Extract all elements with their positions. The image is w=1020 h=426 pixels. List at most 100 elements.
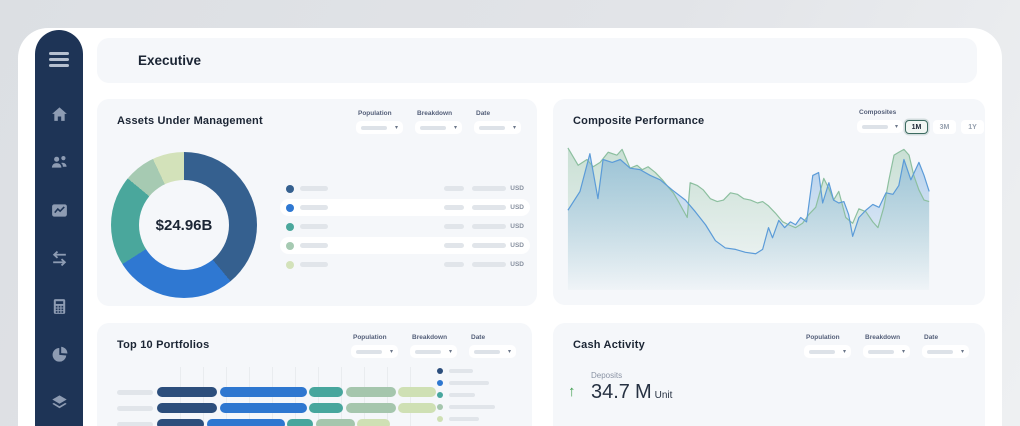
skeleton-label [449,393,475,397]
allocation-pie-icon [50,345,69,364]
filter-bar: Population▾Breakdown▾Date▾ [356,110,521,134]
sidebar-item-performance[interactable] [50,201,69,220]
filter-breakdown: Breakdown ▾ [410,334,457,358]
placeholder-bar [868,350,894,354]
filter-label: Date [476,110,521,117]
placeholder-bar [415,350,441,354]
date-dropdown[interactable]: ▾ [469,345,516,358]
page-title: Executive [138,53,201,68]
bar-segment [157,387,217,397]
filter-breakdown: Breakdown ▾ [415,110,462,134]
bar-segment [309,387,343,397]
legend-dot [437,392,443,398]
placeholder-bar [927,350,953,354]
filter-label: Breakdown [417,110,462,117]
filter-label: Date [924,334,969,341]
breakdown-dropdown[interactable]: ▾ [863,345,910,358]
skeleton-label [300,262,328,267]
population-dropdown[interactable]: ▾ [804,345,851,358]
skeleton-label [117,422,153,426]
filter-population: Population▾ [804,334,851,358]
bar-segment [316,419,355,426]
bar-segment [346,387,396,397]
chevron-down-icon: ▾ [961,349,964,355]
filter-label: Breakdown [412,334,457,341]
bar-segment [287,419,313,426]
legend-dot [437,368,443,374]
chevron-down-icon: ▾ [513,125,516,131]
chevron-down-icon: ▾ [449,349,452,355]
skeleton-label [300,224,328,229]
placeholder-bar [420,126,446,130]
date-dropdown[interactable]: ▾ [474,121,521,134]
filter-label: Date [471,334,516,341]
aum-legend-row: USD [280,199,530,216]
filter-population: Population▾ [351,334,398,358]
chevron-down-icon: ▾ [454,125,457,131]
top10-portfolios-card: Top 10 Portfolios Population▾Breakdown▾D… [97,323,532,426]
range-1m-button[interactable]: 1M [905,120,928,134]
deposits-up-arrow-icon: ↑ [568,383,576,400]
currency-label: USD [510,261,524,268]
sidebar-item-home[interactable] [50,105,69,124]
skeleton-value [444,186,464,191]
skeleton-label [449,369,473,373]
deposits-scale: M [635,381,652,404]
breakdown-dropdown[interactable]: ▾ [415,121,462,134]
placeholder-bar [474,350,500,354]
sidebar-item-clients[interactable] [50,153,69,172]
filter-date: Date ▾ [922,334,969,358]
legend-dot [437,416,443,422]
deposits-value: 34.7 [591,381,630,404]
sidebar-item-transactions[interactable] [50,249,69,268]
legend-dot [437,404,443,410]
transactions-swap-icon [50,249,69,268]
population-dropdown[interactable]: ▾ [351,345,398,358]
currency-label: USD [510,204,524,211]
bar-segment [220,387,307,397]
portfolio-bar-row [117,387,439,397]
composites-dropdown[interactable]: ▾ [857,120,903,133]
sidebar-item-allocation[interactable] [50,345,69,364]
breakdown-dropdown[interactable]: ▾ [410,345,457,358]
portfolio-bars [117,387,439,426]
currency-label: USD [510,242,524,249]
placeholder-bar [361,126,387,130]
aum-card: Assets Under Management Population▾Break… [97,99,537,306]
range-1y-button[interactable]: 1Y [961,120,984,134]
home-icon [50,105,69,124]
aum-total-value: $24.96B [156,217,213,234]
chevron-down-icon: ▾ [390,349,393,355]
bar-segment [207,419,285,426]
hamburger-menu-button[interactable] [49,52,69,67]
range-3m-button[interactable]: 3M [933,120,956,134]
holdings-layers-icon [50,393,69,412]
filter-bar: Population▾Breakdown▾Date▾ [804,334,969,358]
hamburger-bar [49,58,69,61]
composites-filter: Composites ▾ [857,109,903,133]
bar-segment [309,403,343,413]
skeleton-label [300,243,328,248]
legend-dot [286,223,294,231]
composite-performance-card: Composite Performance Composites ▾ 1M3M1… [553,99,985,305]
legend-item [437,392,495,398]
bar-segment [157,419,204,426]
hamburger-icon [49,52,69,55]
chevron-down-icon: ▾ [395,125,398,131]
top10-legend [437,368,495,426]
legend-dot [286,185,294,193]
aum-legend-row: USD [280,218,530,235]
population-dropdown[interactable]: ▾ [356,121,403,134]
bar-segment [346,403,396,413]
aum-legend: USDUSDUSDUSDUSD [280,180,530,275]
legend-dot [437,380,443,386]
card-title: Assets Under Management [117,115,263,127]
cash-activity-card: Cash Activity Population▾Breakdown▾Date▾… [553,323,985,426]
date-dropdown[interactable]: ▾ [922,345,969,358]
sidebar-item-holdings[interactable] [50,393,69,412]
skeleton-label [300,186,328,191]
executive-dashboard: Executive Assets Under Management Popula… [0,0,1020,426]
metric-label: Deposits [591,371,622,380]
sidebar-item-calculator[interactable] [50,297,69,316]
bar-segment [357,419,390,426]
